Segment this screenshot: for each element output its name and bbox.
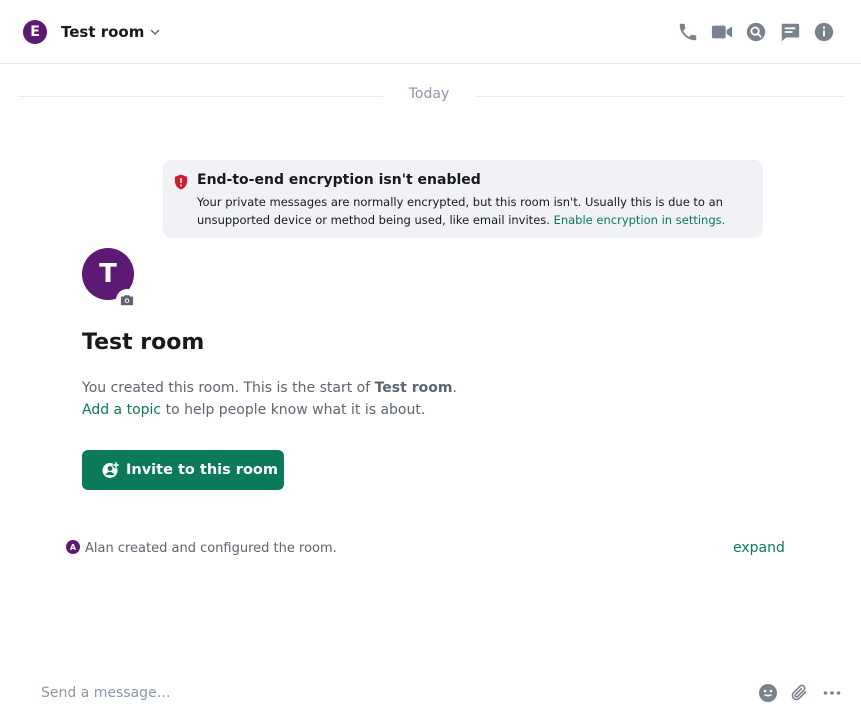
- room-name: Test room: [61, 23, 145, 41]
- chevron-down-icon: [151, 29, 160, 35]
- room-info-button[interactable]: [812, 19, 836, 45]
- room-intro-title: Test room: [82, 330, 205, 355]
- room-created-period: .: [452, 380, 457, 396]
- header-actions: [676, 19, 846, 45]
- enable-encryption-link[interactable]: Enable encryption in settings.: [554, 213, 726, 227]
- room-name-button[interactable]: Test room: [61, 20, 161, 44]
- encryption-notice: End-to-end encryption isn't enabled Your…: [163, 160, 763, 238]
- more-options-button[interactable]: [821, 682, 843, 704]
- invite-button-label: Invite to this room: [126, 462, 278, 478]
- message-composer: [0, 670, 861, 720]
- room-intro-text: You created this room. This is the start…: [82, 377, 582, 421]
- add-topic-link[interactable]: Add a topic: [82, 402, 161, 418]
- video-call-button[interactable]: [710, 19, 734, 45]
- date-separator: Today: [18, 86, 844, 106]
- room-creation-summary: A Alan created and configured the room. …: [66, 538, 786, 560]
- message-input[interactable]: [41, 680, 721, 706]
- room-name-bold: Test room: [374, 380, 453, 396]
- separator-line: [475, 96, 844, 97]
- user-avatar[interactable]: A: [66, 540, 80, 554]
- summary-text: Alan created and configured the room.: [85, 541, 337, 556]
- emoji-icon: [759, 684, 777, 702]
- room-created-text: You created this room. This is the start…: [82, 380, 371, 396]
- invite-button[interactable]: Invite to this room: [82, 450, 284, 490]
- info-icon: [814, 22, 834, 42]
- more-options-icon: [823, 691, 841, 695]
- video-call-icon: [711, 25, 733, 39]
- room-header: E Test room: [0, 0, 861, 64]
- room-avatar[interactable]: E: [23, 20, 47, 44]
- encryption-notice-title: End-to-end encryption isn't enabled: [197, 172, 481, 188]
- topic-suffix-text: to help people know what it is about.: [165, 402, 426, 418]
- threads-icon: [781, 23, 800, 42]
- expand-link[interactable]: expand: [733, 540, 785, 556]
- separator-line: [18, 96, 383, 97]
- upload-avatar-button[interactable]: [116, 289, 138, 311]
- add-user-icon: [102, 461, 120, 478]
- date-separator-label: Today: [408, 86, 450, 102]
- voice-call-button[interactable]: [676, 19, 700, 45]
- threads-button[interactable]: [778, 19, 802, 45]
- attachment-icon: [791, 684, 807, 701]
- search-icon: [746, 22, 766, 42]
- shield-error-icon: [175, 174, 187, 190]
- emoji-button[interactable]: [757, 682, 779, 704]
- attachment-button[interactable]: [789, 682, 811, 704]
- voice-call-icon: [679, 23, 697, 41]
- camera-icon: [120, 295, 134, 306]
- encryption-notice-description: Your private messages are normally encry…: [197, 193, 747, 229]
- search-button[interactable]: [744, 19, 768, 45]
